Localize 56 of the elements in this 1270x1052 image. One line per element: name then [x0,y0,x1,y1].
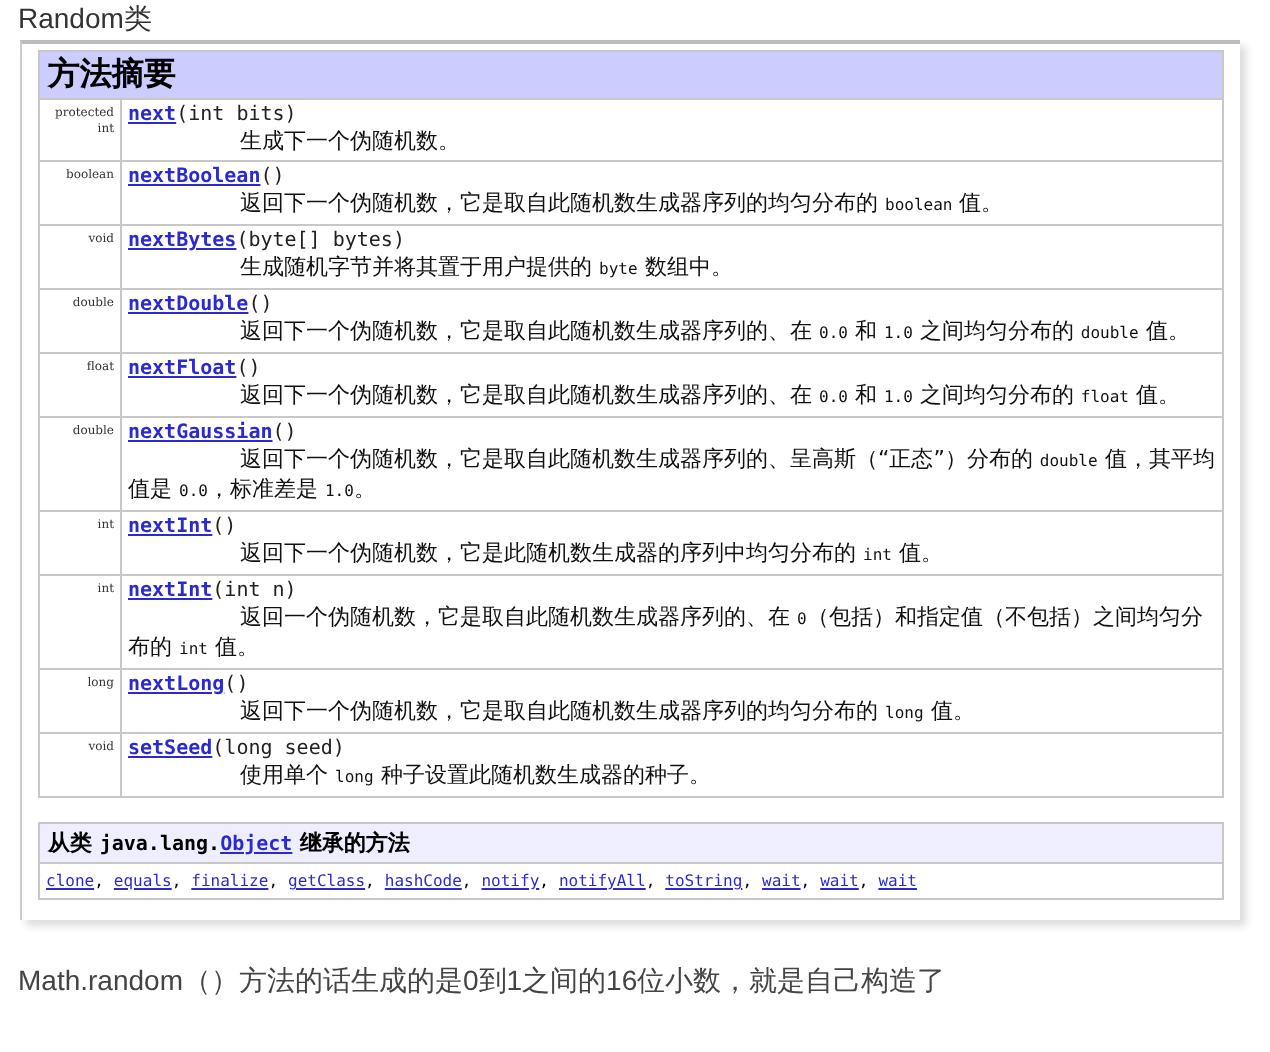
method-description: 返回下一个伪随机数，它是取自此随机数生成器序列的、在 0.0 和 1.0 之间均匀分布的 float 值。 [238,382,1182,412]
note-text: Math.random（）方法的话生成的是0到1之间的16位小数，就是自己构造了 [18,964,948,1000]
method-description: 返回下一个伪随机数，它是取自此随机数生成器序列的、在 0.0 和 1.0 之间均匀分布的 double 值。 [238,318,1192,348]
separator-text: , [539,872,549,890]
method-link[interactable]: clone [46,872,95,890]
method-description: 生成下一个伪随机数。 [238,128,462,156]
method-link[interactable]: notify [481,872,540,890]
method-params: () [272,422,297,444]
method-link[interactable]: setSeed [128,738,213,760]
method-description: 返回下一个伪随机数，它是取自此随机数生成器序列的、呈高斯（“正态”）分布的 double 值，其平均值是 0.0，标准差是 1.0。 [128,446,1216,506]
method-description: 返回下一个伪随机数，它是取自此随机数生成器序列的均匀分布的 long 值。 [238,698,977,728]
method-link[interactable]: equals [113,872,172,890]
method-description: 使用单个 long 种子设置此随机数生成器的种子。 [238,762,713,792]
separator-text: , [858,872,869,890]
method-link[interactable]: next [128,104,177,126]
separator-text: , [645,872,656,890]
separator-text: , [268,872,279,890]
method-params: (byte[] bytes) [236,230,405,252]
method-description: 生成随机字节并将其置于用户提供的 byte 数组中。 [238,254,735,284]
separator-text: , [742,872,753,890]
method-params: () [248,294,273,316]
method-link[interactable]: nextBoolean [128,166,261,188]
method-link[interactable]: wait [820,872,859,890]
method-params: () [224,674,249,696]
separator-text: , [365,872,375,890]
method-params: () [212,516,237,538]
method-link[interactable]: nextFloat [128,358,237,380]
page-title: Random类 [16,0,154,36]
separator-text: , [171,872,182,890]
method-link[interactable]: toString [665,872,743,890]
method-link[interactable]: getClass [288,872,366,890]
inherited-heading: 从类 java.lang.Object 继承的方法 [39,823,1223,863]
method-link[interactable]: nextLong [128,674,225,696]
method-link[interactable]: nextGaussian [128,422,273,444]
method-link[interactable]: nextDouble [128,294,249,316]
method-description: 返回一个伪随机数，它是取自此随机数生成器序列的、在 0（包括）和指定值（不包括）之间均匀分布的 int 值。 [128,604,1205,664]
method-description: 返回下一个伪随机数，它是此随机数生成器的序列中均匀分布的 int 值。 [238,540,945,570]
separator-text: , [461,872,472,890]
method-link[interactable]: finalize [191,872,269,890]
method-link[interactable]: nextInt [128,516,213,538]
method-link[interactable]: hashCode [384,872,462,890]
separator-text: , [94,872,104,890]
method-link[interactable]: notifyAll [558,872,646,890]
method-link[interactable]: wait [878,872,917,890]
method-description: 返回下一个伪随机数，它是取自此随机数生成器序列的均匀分布的 boolean 值。 [238,190,1006,220]
method-params: () [260,166,285,188]
class-link[interactable]: Object [220,834,293,856]
method-link[interactable]: nextInt [128,580,213,602]
method-link[interactable]: nextBytes [128,230,237,252]
separator-text: , [800,872,811,890]
method-link[interactable]: wait [762,872,801,890]
method-params: (long seed) [212,738,345,760]
table-heading: 方法摘要 [39,51,1223,99]
method-params: (int n) [212,580,297,602]
method-params: () [236,358,261,380]
method-params: (int bits) [176,104,297,126]
